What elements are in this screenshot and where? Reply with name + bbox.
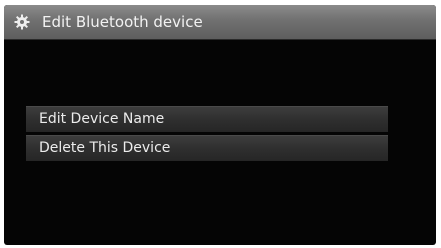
gear-icon xyxy=(14,14,30,30)
menu-item-label: Delete This Device xyxy=(39,140,171,156)
edit-device-name-button[interactable]: Edit Device Name xyxy=(26,106,388,132)
page-title: Edit Bluetooth device xyxy=(42,13,203,31)
delete-device-button[interactable]: Delete This Device xyxy=(26,135,388,161)
device-options-menu: Edit Device Name Delete This Device xyxy=(26,106,388,164)
menu-item-label: Edit Device Name xyxy=(39,111,165,127)
screen-frame: Edit Bluetooth device Edit Device Name D… xyxy=(4,5,436,245)
title-bar: Edit Bluetooth device xyxy=(4,5,436,40)
